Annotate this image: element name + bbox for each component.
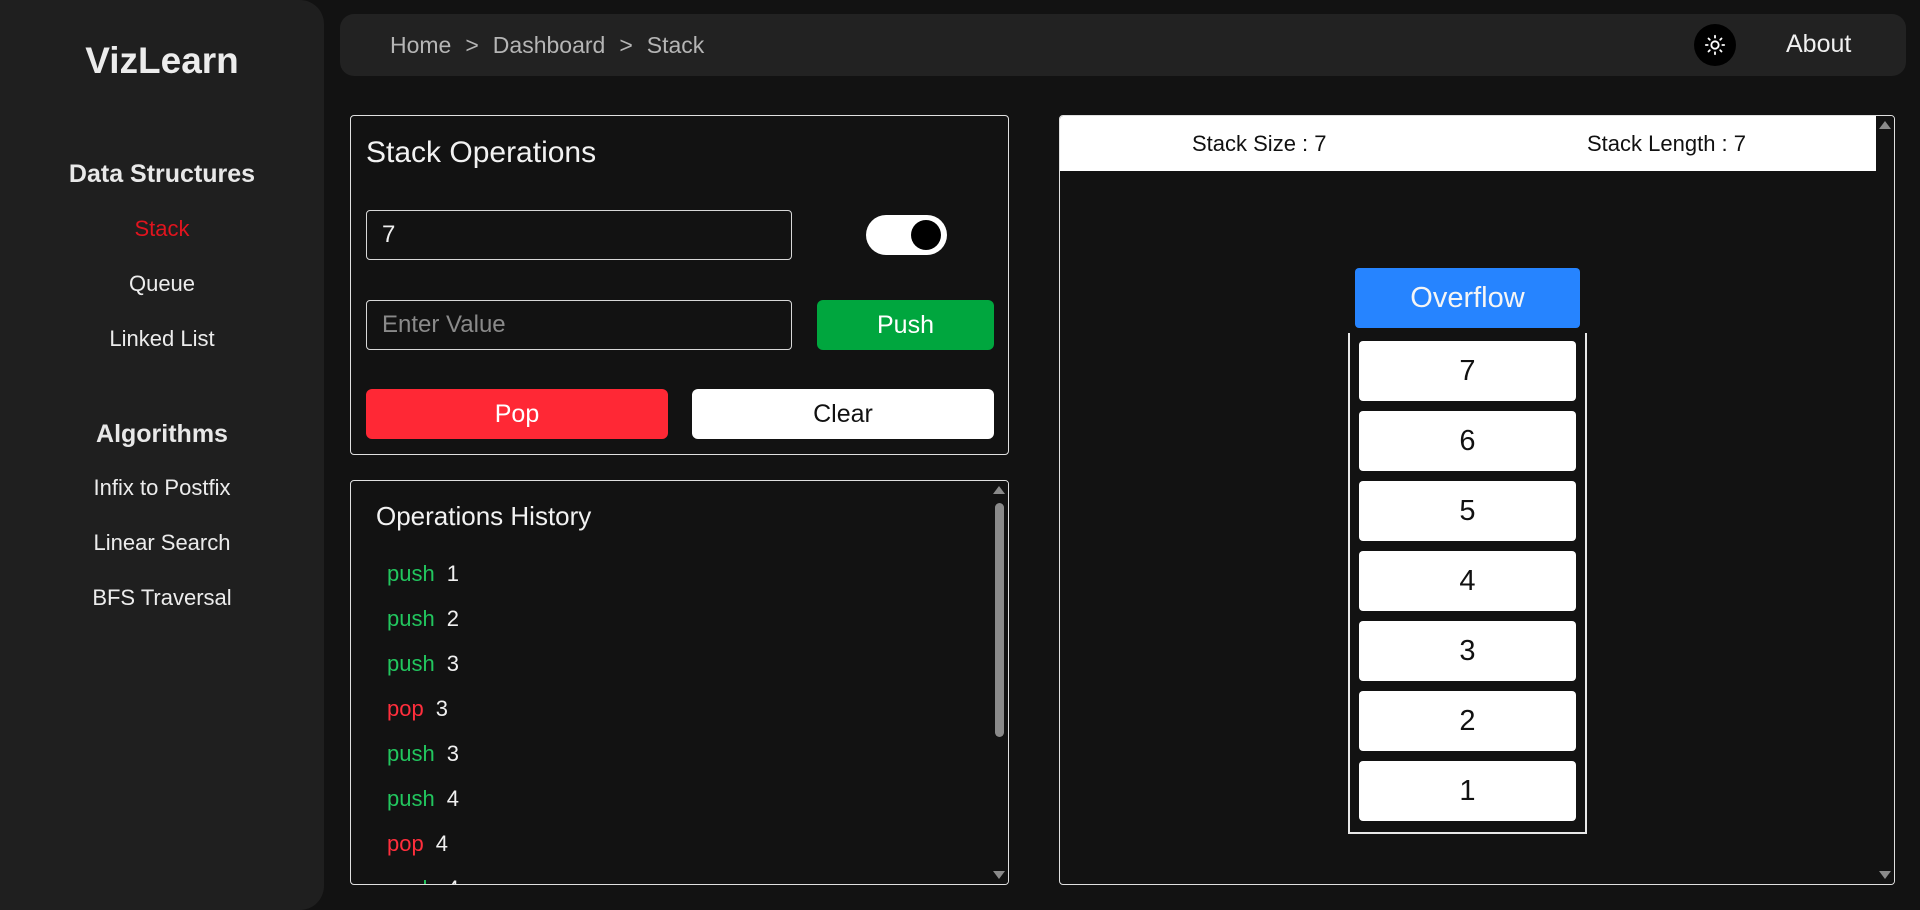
history-item: push 3 bbox=[387, 651, 459, 696]
history-op: push bbox=[387, 651, 435, 676]
history-value: 1 bbox=[446, 561, 459, 586]
history-item: push 2 bbox=[387, 606, 459, 651]
stack-item: 3 bbox=[1359, 621, 1576, 681]
history-op: push bbox=[387, 786, 435, 811]
stack-item: 6 bbox=[1359, 411, 1576, 471]
history-op: push bbox=[387, 741, 435, 766]
stack-size-input[interactable] bbox=[366, 210, 792, 260]
sidebar-item-bfs-traversal[interactable]: BFS Traversal bbox=[0, 585, 324, 611]
breadcrumb-stack[interactable]: Stack bbox=[647, 32, 705, 59]
sidebar-item-linked-list[interactable]: Linked List bbox=[0, 326, 324, 352]
sun-icon bbox=[1704, 34, 1726, 56]
stack-size-label: Stack Size : 7 bbox=[1192, 131, 1327, 156]
history-item: push 4 bbox=[387, 786, 459, 831]
history-op: push bbox=[387, 606, 435, 631]
history-op: push bbox=[387, 561, 435, 586]
stack-item: 5 bbox=[1359, 481, 1576, 541]
history-item: pop 4 bbox=[387, 831, 459, 876]
brand-logo[interactable]: VizLearn bbox=[0, 40, 324, 82]
history-title: Operations History bbox=[376, 501, 592, 531]
about-link[interactable]: About bbox=[1786, 30, 1851, 59]
breadcrumb-home[interactable]: Home bbox=[390, 32, 451, 59]
history-value: 3 bbox=[435, 696, 448, 721]
scroll-up-icon[interactable] bbox=[993, 486, 1005, 494]
theme-toggle-button[interactable] bbox=[1694, 24, 1736, 66]
panel-title: Stack Operations bbox=[366, 136, 597, 169]
history-value: 3 bbox=[446, 741, 459, 766]
stack-length-label: Stack Length : 7 bbox=[1587, 131, 1746, 156]
visualizer-scrollbar[interactable] bbox=[1876, 116, 1894, 884]
history-value: 4 bbox=[447, 876, 459, 884]
stack-stats-bar: Stack Size : 7 Stack Length : 7 bbox=[1060, 116, 1878, 171]
history-value: 2 bbox=[446, 606, 459, 631]
history-op: pop bbox=[387, 696, 424, 721]
breadcrumb: Home > Dashboard > Stack bbox=[390, 32, 704, 59]
history-item: push 3 bbox=[387, 741, 459, 786]
push-button[interactable]: Push bbox=[817, 300, 994, 350]
sidebar-item-linear-search[interactable]: Linear Search bbox=[0, 530, 324, 556]
sidebar-item-stack[interactable]: Stack bbox=[0, 216, 324, 242]
stack-item: 4 bbox=[1359, 551, 1576, 611]
history-value: 4 bbox=[446, 786, 459, 811]
scroll-thumb[interactable] bbox=[995, 503, 1004, 737]
history-op: push bbox=[387, 876, 435, 884]
history-value: 4 bbox=[435, 831, 448, 856]
sidebar-item-infix-to-postfix[interactable]: Infix to Postfix bbox=[0, 475, 324, 501]
stack-container: 7 6 5 4 3 2 1 bbox=[1348, 333, 1587, 834]
pop-button[interactable]: Pop bbox=[366, 389, 668, 439]
stack-operations-panel: Stack Operations Push Pop Clear bbox=[350, 115, 1009, 455]
stack-item: 1 bbox=[1359, 761, 1576, 821]
history-list: push 1 push 2 push 3 pop 3 push 3 push 4… bbox=[387, 561, 459, 884]
toggle-knob bbox=[911, 220, 941, 250]
history-item: pop 3 bbox=[387, 696, 459, 741]
value-input[interactable] bbox=[366, 300, 792, 350]
history-item: push 1 bbox=[387, 561, 459, 606]
mode-toggle[interactable] bbox=[866, 215, 947, 255]
overflow-status-badge: Overflow bbox=[1355, 268, 1580, 328]
history-value: 3 bbox=[446, 651, 459, 676]
clear-button[interactable]: Clear bbox=[692, 389, 994, 439]
section-title-algorithms: Algorithms bbox=[96, 420, 228, 448]
breadcrumb-dashboard[interactable]: Dashboard bbox=[493, 32, 606, 59]
sidebar: VizLearn Data Structures Stack Queue Lin… bbox=[0, 0, 324, 910]
stack-item: 2 bbox=[1359, 691, 1576, 751]
history-op: pop bbox=[387, 831, 424, 856]
top-bar: Home > Dashboard > Stack About bbox=[340, 14, 1906, 76]
scroll-down-icon[interactable] bbox=[993, 871, 1005, 879]
stack-item: 7 bbox=[1359, 341, 1576, 401]
sidebar-item-queue[interactable]: Queue bbox=[0, 271, 324, 297]
scroll-down-icon[interactable] bbox=[1879, 871, 1891, 879]
breadcrumb-separator: > bbox=[465, 32, 479, 58]
scroll-up-icon[interactable] bbox=[1879, 121, 1891, 129]
history-scrollbar[interactable] bbox=[990, 481, 1008, 884]
stack-visualizer-panel: Stack Size : 7 Stack Length : 7 Overflow… bbox=[1059, 115, 1895, 885]
history-item: push 4 bbox=[387, 876, 459, 884]
operations-history-panel: Operations History push 1 push 2 push 3 … bbox=[350, 480, 1009, 885]
breadcrumb-separator: > bbox=[619, 32, 633, 58]
section-title-data-structures: Data Structures bbox=[68, 160, 256, 188]
